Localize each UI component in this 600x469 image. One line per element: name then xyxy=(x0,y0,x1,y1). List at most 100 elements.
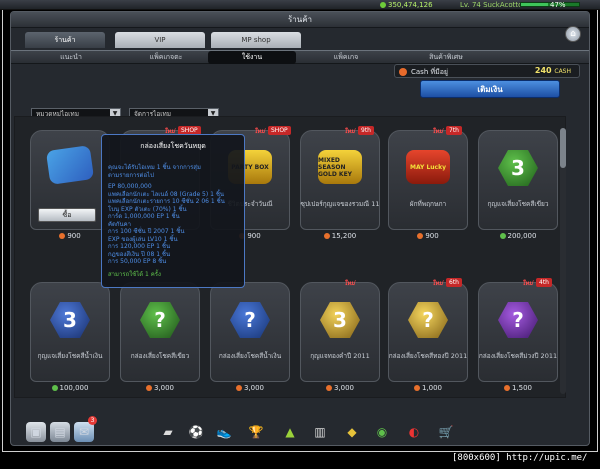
item-card[interactable]: 900 xyxy=(30,126,110,246)
gold-box-icon[interactable]: ◆ xyxy=(342,422,362,442)
item-card[interactable]: ? ใหม่ 6th กล่องเสี่ยงโชคสีทองปี 2011 1,000 xyxy=(388,278,468,398)
eraser-icon[interactable]: ▰ xyxy=(158,422,178,442)
tooltip-line: EP 80,000,000 xyxy=(108,183,152,190)
item-tooltip: กล่องเสี่ยงโชควันหยุด คุณจะได้รับไอเทม 1… xyxy=(101,134,245,288)
exp-bar-fill xyxy=(521,3,549,6)
rank-badge: SHOP xyxy=(268,126,291,135)
rank-badge: 9th xyxy=(358,126,374,135)
coin-icon xyxy=(417,233,424,239)
item-name: กุญแจเสี่ยงโชคสีน้ำเงิน xyxy=(37,352,103,360)
coin-icon xyxy=(503,385,510,391)
watermark: [800x600] http://upic.me/ xyxy=(452,453,588,463)
cash-value-wrap: 240 CASH xyxy=(535,66,571,75)
item-card[interactable]: MIXED SEASON GOLD KEY ใหม่ 9th ซุปเปอร์กุญแ… xyxy=(300,126,380,246)
cash-balance: Cash ที่มีอยู่ 240 CASH xyxy=(394,64,580,78)
coin-icon xyxy=(145,385,152,391)
cone-icon[interactable]: ▲ xyxy=(280,422,300,442)
coin-icon xyxy=(325,385,332,391)
subtab-package[interactable]: แพ็คเกจ xyxy=(311,51,381,64)
item-name: ผักที่พฤกษภา xyxy=(409,200,447,208)
price-value: 1,000 xyxy=(421,384,443,392)
cash-label: Cash ที่มีอยู่ xyxy=(411,68,449,76)
item-card[interactable]: 3 ใหม่ กุญแจทองคำปี 2011 3,000 xyxy=(300,278,380,398)
tab-shop[interactable]: ร้านค้า xyxy=(25,32,105,48)
topup-button[interactable]: เติมเงิน xyxy=(420,80,560,98)
item-price: 1,000 xyxy=(388,384,468,392)
coin-icon xyxy=(323,233,330,239)
price-value: 100,000 xyxy=(59,384,89,392)
ticket-icon[interactable]: ▥ xyxy=(310,422,330,442)
tooltip-lines: คุณจะได้รับไอเทม 1 ชิ้น จากการสุ่ม ตามราย… xyxy=(108,164,238,266)
price-value: 900 xyxy=(425,232,439,240)
item-card[interactable]: 3 กุญแจเสี่ยงโชคสีน้ำเงิน 100,000 xyxy=(30,278,110,398)
tab-vip[interactable]: VIP xyxy=(115,32,205,48)
item-name: กุญแจเสี่ยงโชคสีเขียว xyxy=(487,200,549,208)
price-value: 3,000 xyxy=(153,384,175,392)
item-card[interactable]: ? ใหม่ 4th กล่องเสี่ยงโชคสีม่วงปี 2011 1,500 xyxy=(478,278,558,398)
price-value: 200,000 xyxy=(507,232,537,240)
boot-icon[interactable]: 👟 xyxy=(214,422,234,442)
item-name: กล่องเสี่ยงโชคสีเขียว xyxy=(130,352,190,360)
item-price: 200,000 xyxy=(478,232,558,240)
new-badge: ใหม่ xyxy=(344,280,355,287)
tooltip-line: ตามรายการต่อไป xyxy=(108,171,154,179)
item-card[interactable]: 3 กุญแจเสี่ยงโชคสีเขียว 200,000 xyxy=(478,126,558,246)
window-title: ร้านค้า xyxy=(11,12,589,28)
new-badge: ใหม่ xyxy=(254,128,265,135)
item-price: 3,000 xyxy=(210,384,290,392)
tooltip-line: คัดกันคา xyxy=(108,220,132,228)
rank-badge: 4th xyxy=(536,278,552,287)
money-value: 350,474,126 xyxy=(388,1,433,9)
buy-button[interactable]: ซื้อ xyxy=(38,208,96,222)
tooltip-line: การ 100 ซีซั่น ปี 2007 1 ชิ้น xyxy=(108,228,185,235)
subtab-special-items[interactable]: สินค้าพิเศษ xyxy=(411,51,481,64)
subtab-usable[interactable]: ใช้งาน xyxy=(208,51,296,64)
item-card[interactable]: ? กล่องเสี่ยงโชคสีเขียว 3,000 xyxy=(120,278,200,398)
tooltip-line: การ 50,000 EP 8 ชิ้น xyxy=(108,258,167,265)
item-name: กล่องเสี่ยงโชคสีม่วงปี 2011 xyxy=(478,352,558,360)
team-icon[interactable]: ▤ xyxy=(50,422,70,442)
mail-icon[interactable]: ✉ xyxy=(74,422,94,442)
rank-badge: 6th xyxy=(446,278,462,287)
tooltip-line: การ 120,000 EP 1 ชิ้น xyxy=(108,243,171,250)
scrollbar[interactable] xyxy=(560,128,566,394)
coin-icon xyxy=(380,2,386,8)
tooltip-title: กล่องเสี่ยงโชควันหยุด xyxy=(140,142,206,150)
trophy-icon[interactable]: 🏆 xyxy=(246,422,266,442)
cash-value: 240 xyxy=(534,66,552,75)
tooltip-line: การ์ด 1,000,000 EP 1 ชิ้น xyxy=(108,213,180,220)
cart-icon[interactable]: 🛒 xyxy=(436,422,456,442)
badge-icon[interactable]: ◉ xyxy=(372,422,392,442)
subtab-recommend[interactable]: แนะนำ xyxy=(41,51,101,64)
cash-unit: CASH xyxy=(554,68,571,75)
coin-icon xyxy=(499,233,506,239)
tag-icon[interactable]: ◐ xyxy=(404,422,424,442)
home-icon[interactable]: ▣ xyxy=(26,422,46,442)
item-card[interactable]: MAY Lucky ใหม่ 7th ผักที่พฤกษภา 900 xyxy=(388,126,468,246)
item-price: 15,200 xyxy=(300,232,380,240)
scrollbar-thumb[interactable] xyxy=(560,128,566,168)
price-value: 900 xyxy=(247,232,261,240)
close-icon[interactable]: ⌂ xyxy=(565,26,581,42)
new-badge: ใหม่ xyxy=(432,128,443,135)
status-bar: 350,474,126 Lv. 74 SuckAcotto 47% xyxy=(0,0,600,10)
tooltip-footer: สามารถใช้ได้ 1 ครั้ง xyxy=(108,271,161,278)
lucky-bag-icon: MIXED SEASON GOLD KEY xyxy=(318,150,362,184)
item-price: 900 xyxy=(388,232,468,240)
item-price: 900 xyxy=(30,232,110,240)
item-price: 3,000 xyxy=(300,384,380,392)
cash-icon xyxy=(399,68,407,76)
holiday-box-icon xyxy=(45,145,95,185)
player-level: Lv. 74 SuckAcotto xyxy=(460,1,523,9)
item-name: กล่องเสี่ยงโชคสีทองปี 2011 xyxy=(388,352,468,360)
rank-badge: 7th xyxy=(446,126,462,135)
ball-icon[interactable]: ⚽ xyxy=(186,422,206,442)
price-value: 3,000 xyxy=(243,384,265,392)
tab-mp-shop[interactable]: MP shop xyxy=(211,32,301,48)
coin-icon xyxy=(51,385,58,391)
subtab-package-special[interactable]: แพ็คเกจตะ xyxy=(131,51,201,64)
item-price: 1,500 xyxy=(478,384,558,392)
tooltip-line: แพคเลือกนักเตะรายการ 10 ซีซั่น 2 06 1 ชิ… xyxy=(108,198,225,205)
item-name: ซุปเปอร์กุญแจของรวมณี 11 xyxy=(300,200,380,208)
item-card[interactable]: ? กล่องเสี่ยงโชคสีน้ำเงิน 3,000 xyxy=(210,278,290,398)
